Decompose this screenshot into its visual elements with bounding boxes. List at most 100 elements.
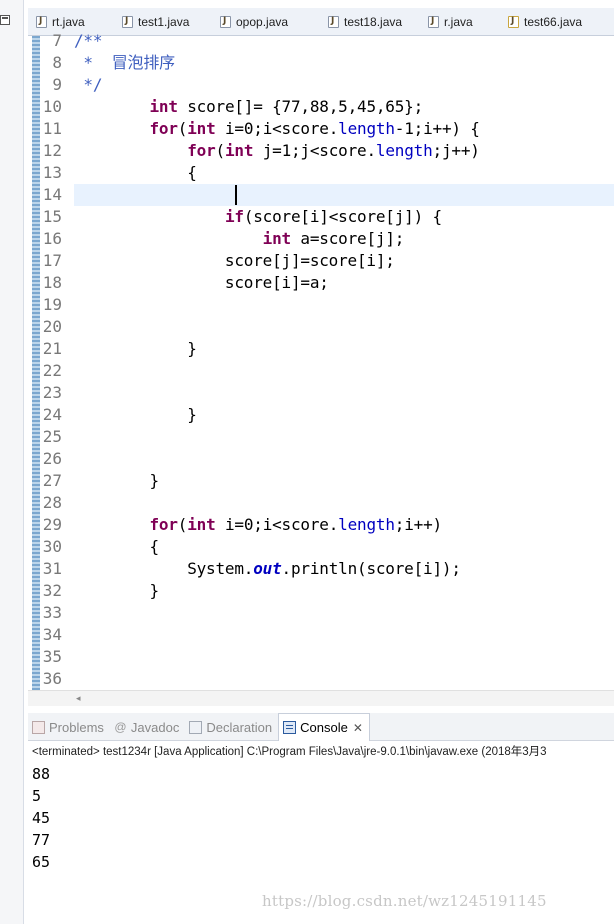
code-token: } xyxy=(74,471,159,490)
horizontal-scrollbar[interactable]: ◂ xyxy=(28,690,614,706)
scroll-left-icon[interactable]: ◂ xyxy=(76,693,81,704)
code-line: } xyxy=(74,470,159,492)
code-token: if xyxy=(224,207,244,226)
console-output-line: 88 xyxy=(32,765,51,783)
line-number: 36 xyxy=(42,669,62,688)
code-token: int xyxy=(149,97,178,116)
code-token: for xyxy=(149,119,178,138)
code-token: System. xyxy=(74,559,254,578)
line-number: 16 xyxy=(42,229,62,248)
editor-tab-label: r.java xyxy=(444,15,473,29)
code-line: int a=score[j]; xyxy=(74,228,405,250)
minimize-icon[interactable] xyxy=(0,15,10,25)
console-output-line: 65 xyxy=(32,853,51,871)
text-caret xyxy=(235,185,237,205)
code-token: length xyxy=(375,141,433,160)
line-number: 7 xyxy=(52,31,62,50)
code-token: int xyxy=(187,119,216,138)
line-number: 32 xyxy=(42,581,62,600)
code-editor[interactable]: rt.java test1.java opop.java test18.java r.j… xyxy=(28,0,614,710)
code-token: length xyxy=(338,515,395,534)
line-number: 22 xyxy=(42,361,62,380)
line-number: 15 xyxy=(42,207,62,226)
line-number: 33 xyxy=(42,603,62,622)
console-output-line: 77 xyxy=(32,831,51,849)
code-token: for xyxy=(187,141,216,160)
code-token: a=score[j]; xyxy=(290,229,405,248)
java-file-icon xyxy=(428,16,439,28)
code-token: ( xyxy=(215,141,226,160)
code-line: if(score[i]<score[j]) { xyxy=(74,206,442,228)
editor-tab-label: test18.java xyxy=(344,15,403,29)
code-token: j=1;j<score. xyxy=(253,141,376,160)
code-token: } xyxy=(74,405,197,424)
line-number: 30 xyxy=(42,537,62,556)
line-number: 10 xyxy=(42,97,62,116)
view-tab[interactable]: @ Javadoc xyxy=(110,713,185,741)
code-token: -1;i++) { xyxy=(394,119,480,138)
code-token: int xyxy=(187,515,216,534)
java-file-warning-icon xyxy=(508,16,519,28)
line-number: 12 xyxy=(42,141,62,160)
line-number: 29 xyxy=(42,515,62,534)
code-line: int score[]= {77,88,5,45,65}; xyxy=(74,96,423,118)
overview-ruler[interactable] xyxy=(32,36,40,691)
code-token: i=0;i<score. xyxy=(215,119,339,138)
java-file-icon xyxy=(220,16,231,28)
line-number: 27 xyxy=(42,471,62,490)
line-number: 17 xyxy=(42,251,62,270)
problems-icon xyxy=(32,720,45,734)
code-line: } xyxy=(74,580,159,602)
view-tab[interactable]: Problems xyxy=(28,713,110,741)
close-icon[interactable]: ✕ xyxy=(353,721,363,735)
watermark: https://blog.csdn.net/wz1245191145 xyxy=(262,892,547,910)
code-token: */ xyxy=(74,75,103,94)
line-number: 18 xyxy=(42,273,62,292)
view-tab-label: Problems xyxy=(49,719,104,735)
editor-tab-label: test66.java xyxy=(524,15,583,29)
line-number: 34 xyxy=(42,625,62,644)
code-token: { xyxy=(74,163,197,182)
view-tab[interactable]: Console ✕ xyxy=(278,713,370,741)
console-output[interactable]: 88 5 45 77 65 xyxy=(32,763,592,873)
code-line: /** xyxy=(74,30,103,52)
code-line: score[i]=a; xyxy=(74,272,329,294)
line-number: 35 xyxy=(42,647,62,666)
code-line: } xyxy=(74,338,197,360)
declaration-icon xyxy=(189,720,203,734)
code-line: System.out.println(score[i]); xyxy=(74,558,461,580)
code-token: } xyxy=(74,581,159,600)
line-number: 13 xyxy=(42,163,62,182)
code-line: * 冒泡排序 xyxy=(74,52,175,74)
code-token: score[j]=score[i]; xyxy=(74,251,395,270)
code-token: ;j++) xyxy=(432,141,480,160)
code-token: ;i++) xyxy=(394,515,442,534)
java-file-icon xyxy=(36,16,47,28)
console-output-line: 5 xyxy=(32,787,42,805)
code-area[interactable]: /** * 冒泡排序 */ int score[]= {77,88,5,45,6… xyxy=(74,28,614,698)
line-number: 24 xyxy=(42,405,62,424)
code-line: for(int i=0;i<score.length;i++) xyxy=(74,514,442,536)
code-token: for xyxy=(149,515,178,534)
line-number: 26 xyxy=(42,449,62,468)
code-line: for(int i=0;i<score.length-1;i++) { xyxy=(74,118,480,140)
code-token: (score[i]<score[j]) { xyxy=(243,207,442,226)
code-token: i=0;i<score. xyxy=(215,515,339,534)
line-number: 20 xyxy=(42,317,62,336)
code-token: * 冒泡排序 xyxy=(74,53,175,72)
code-line: */ xyxy=(74,74,102,96)
view-tab[interactable]: Declaration xyxy=(185,713,278,741)
views-tab-bar: Problems @ Javadoc Declaration Console ✕ xyxy=(28,713,614,741)
code-token: .println(score[i]); xyxy=(281,559,461,578)
line-number: 28 xyxy=(42,493,62,512)
code-token: score[]= {77,88,5,45,65}; xyxy=(177,97,424,116)
editor-tab-label: test1.java xyxy=(138,15,190,29)
code-token: int xyxy=(262,229,292,248)
view-tab-label: Console xyxy=(300,720,348,735)
code-line: { xyxy=(74,162,197,184)
